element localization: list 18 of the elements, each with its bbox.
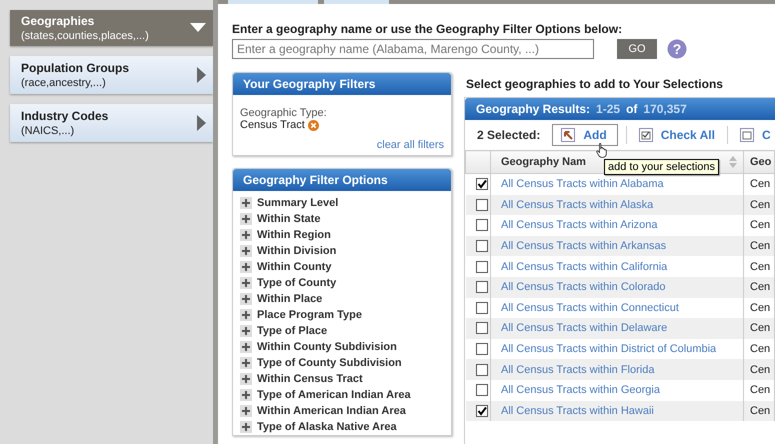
- results-total: 170,357: [643, 102, 687, 116]
- table-cell: Cen: [744, 276, 774, 298]
- results-range: 1-25: [596, 102, 620, 116]
- table-cell: Cen: [744, 400, 774, 422]
- panel-header: Geography Filter Options: [233, 169, 451, 191]
- search-label: Enter a geography name or use the Geography Filter Options below:: [232, 22, 624, 36]
- filter-label: Geographic Type:: [240, 107, 328, 119]
- results-heading: Select geographies to add to Your Selections: [466, 77, 724, 91]
- table-cell: Cen: [744, 359, 774, 380]
- table-cell: Cen: [744, 194, 774, 216]
- selected-count: 2 Selected:: [477, 128, 540, 142]
- table-cell: Cen: [744, 236, 774, 256]
- results-title: Geography Results:: [476, 102, 590, 116]
- filter-value: Census Tract: [240, 119, 305, 131]
- panel-header: Your Geography Filters: [233, 73, 451, 95]
- results-of-label: of: [626, 102, 638, 116]
- table-cell: Cen: [744, 318, 774, 339]
- tooltip: add to your selections: [604, 159, 720, 175]
